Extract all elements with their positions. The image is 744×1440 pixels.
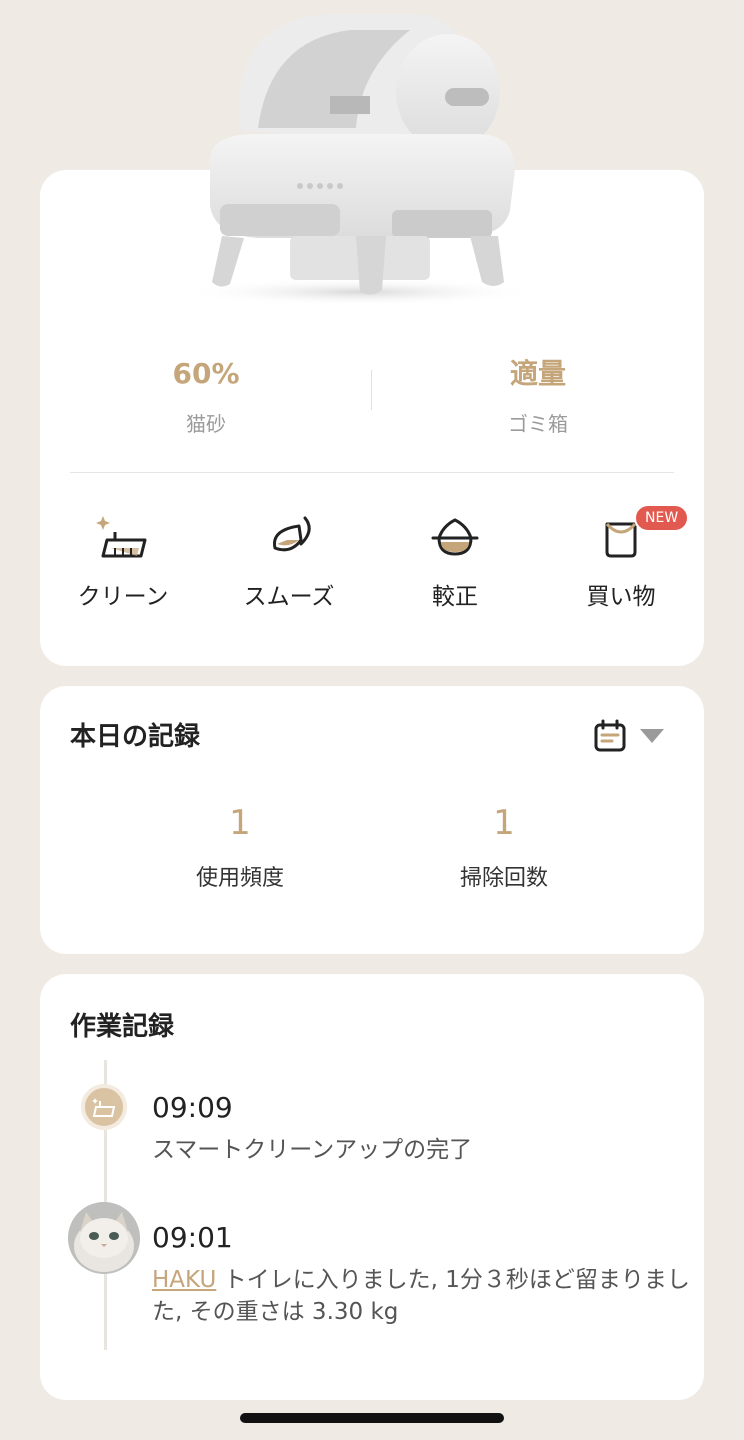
waste-bin-label: ゴミ箱 xyxy=(508,412,568,436)
work-log-card: 作業記録 09:09 スマートクリーンアップの完了 09:01 HAKU トイレ… xyxy=(40,974,704,1400)
dropdown-arrow-icon[interactable] xyxy=(638,726,666,746)
shopping-label: 買い物 xyxy=(586,584,656,610)
log-text: HAKU トイレに入りました, 1分３秒ほど留まりました, その重さは 3.30… xyxy=(152,1264,692,1328)
app-screen: 60% 猫砂 適量 ゴミ箱 クリーン スムーズ 較正 NEW 買い物 本日の記録… xyxy=(0,0,744,1440)
cat-name-link[interactable]: HAKU xyxy=(152,1267,216,1293)
smooth-button[interactable]: スムーズ xyxy=(206,510,372,612)
action-bar: クリーン スムーズ 較正 NEW 買い物 xyxy=(40,504,704,640)
cleaning-count: 1 掃除回数 xyxy=(404,798,604,894)
clean-count-label: 掃除回数 xyxy=(459,866,548,891)
log-text: スマートクリーンアップの完了 xyxy=(152,1137,473,1163)
waste-bin-stat[interactable]: 適量 ゴミ箱 xyxy=(372,350,704,450)
clean-count-value: 1 xyxy=(493,803,515,843)
status-stats: 60% 猫砂 適量 ゴミ箱 xyxy=(40,350,704,440)
broom-icon xyxy=(96,516,147,558)
waste-bin-value: 適量 xyxy=(509,357,566,390)
usage-count-value: 1 xyxy=(229,803,251,843)
today-record-title: 本日の記録 xyxy=(70,722,201,752)
log-time: 09:01 xyxy=(152,1221,233,1254)
cat-avatar[interactable] xyxy=(68,1202,140,1274)
calibrate-label: 較正 xyxy=(432,584,478,610)
clean-label: クリーン xyxy=(77,584,169,610)
calibrate-button[interactable]: 較正 xyxy=(372,510,538,612)
calendar-icon[interactable] xyxy=(592,718,628,754)
divider xyxy=(70,472,674,473)
smooth-label: スムーズ xyxy=(243,584,335,610)
log-text-body: トイレに入りました, 1分３秒ほど留まりました, その重さは 3.30 kg xyxy=(152,1267,690,1325)
home-indicator[interactable] xyxy=(240,1413,504,1423)
litter-level-value: 60% xyxy=(172,357,240,390)
litter-level-label: 猫砂 xyxy=(186,412,226,436)
litter-level-stat[interactable]: 60% 猫砂 xyxy=(40,350,372,450)
calibrate-icon xyxy=(431,518,479,556)
new-badge: NEW xyxy=(634,504,690,532)
shopping-button[interactable]: NEW 買い物 xyxy=(538,504,704,612)
today-record-card: 本日の記録 1 使用頻度 1 掃除回数 xyxy=(40,686,704,954)
work-log-title: 作業記録 xyxy=(70,1012,175,1042)
log-time: 09:09 xyxy=(152,1091,233,1124)
usage-count-label: 使用頻度 xyxy=(195,866,284,891)
usage-frequency: 1 使用頻度 xyxy=(140,798,340,894)
smooth-icon xyxy=(273,516,311,552)
litter-robot-image xyxy=(180,14,540,306)
clean-button[interactable]: クリーン xyxy=(40,510,206,612)
broom-icon xyxy=(81,1084,127,1130)
